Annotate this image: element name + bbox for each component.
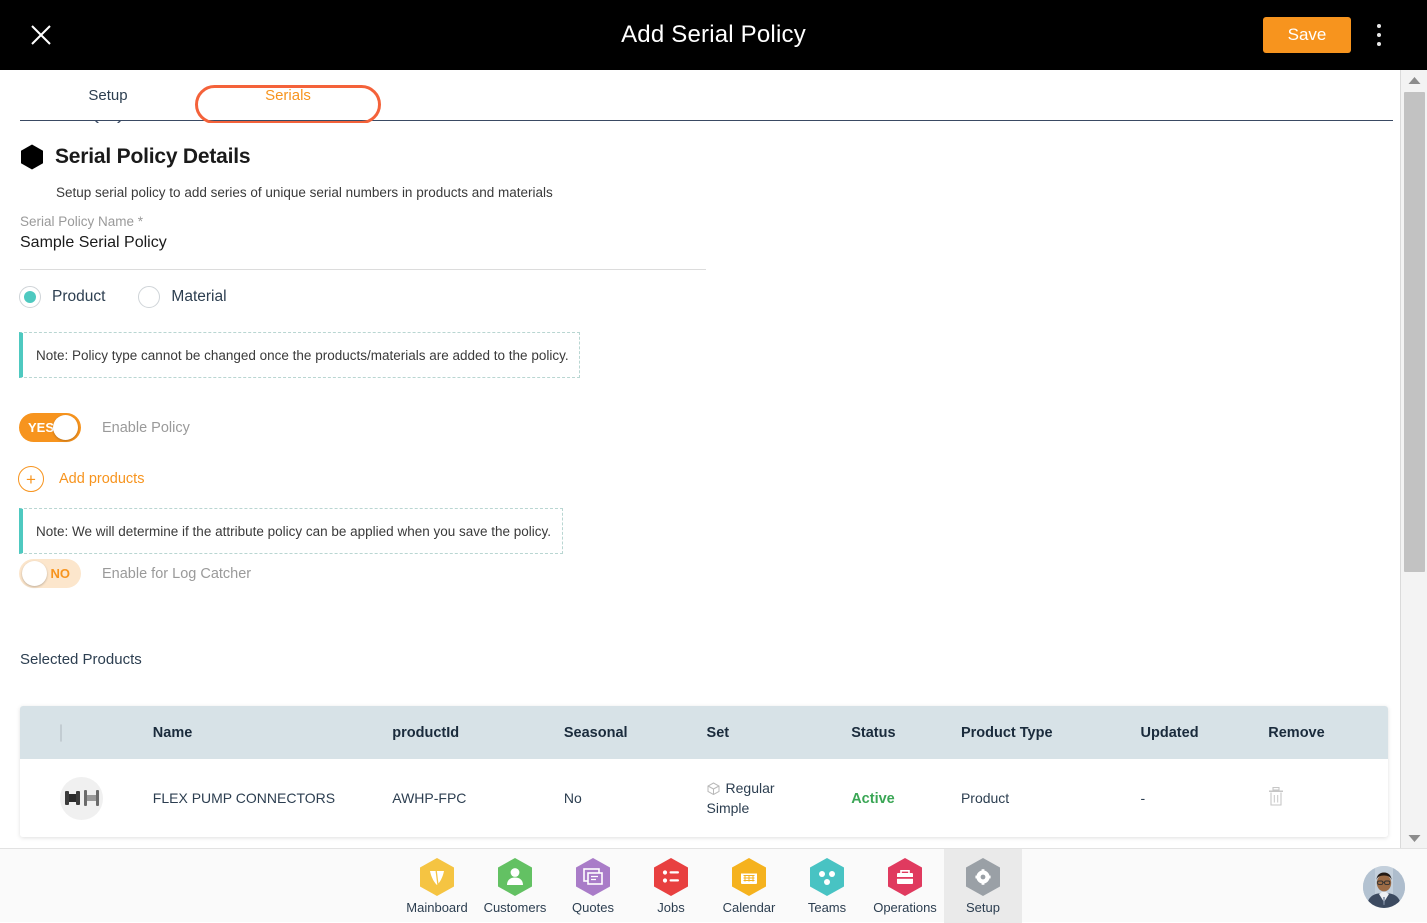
table-header-seasonal: Seasonal: [564, 725, 707, 741]
nav-item-customers[interactable]: Customers: [476, 849, 554, 923]
table-header-name: Name: [153, 725, 392, 741]
row-thumbnail-cell: [20, 777, 153, 820]
scrollbar-thumb[interactable]: [1404, 92, 1425, 572]
table-header-status: Status: [851, 725, 961, 741]
field-underline: [20, 269, 706, 270]
tab-bar: Setup Serials: [0, 70, 1400, 123]
section-subtitle: Setup serial policy to add series of uni…: [56, 185, 553, 200]
enable-policy-toggle-state: YES: [28, 420, 54, 435]
customers-icon: [496, 857, 534, 897]
enable-policy-label: Enable Policy: [102, 420, 190, 436]
page-title: Add Serial Policy: [0, 0, 1427, 70]
box-icon: [707, 782, 720, 795]
nav-label-quotes: Quotes: [572, 900, 614, 915]
serial-policy-name-label: Serial Policy Name *: [20, 214, 143, 229]
vertical-scrollbar[interactable]: [1400, 70, 1427, 848]
scroll-down-arrow-icon[interactable]: [1401, 828, 1427, 848]
hexagon-icon: [20, 144, 44, 170]
enable-policy-row: YES Enable Policy: [19, 413, 190, 442]
section-header: Serial Policy Details: [20, 144, 250, 170]
nav-item-calendar[interactable]: Calendar: [710, 849, 788, 923]
plus-circle-icon: +: [18, 466, 44, 492]
policy-type-radio-group: Product Material: [19, 286, 227, 308]
table-header-row: Name productId Seasonal Set Status Produ…: [20, 706, 1388, 759]
nav-item-jobs[interactable]: Jobs: [632, 849, 710, 923]
selected-products-title: Selected Products: [20, 651, 142, 668]
row-set: Regular Simple: [707, 778, 852, 818]
section-title: Serial Policy Details: [55, 145, 250, 169]
nav-item-operations[interactable]: Operations: [866, 849, 944, 923]
enable-policy-toggle[interactable]: YES: [19, 413, 81, 442]
table-header-select-all: [20, 725, 153, 741]
nav-label-setup: Setup: [966, 900, 1000, 915]
gear-icon: [964, 857, 1002, 897]
teams-icon: [808, 857, 846, 897]
user-avatar[interactable]: [1363, 866, 1405, 908]
table-header-set: Set: [707, 725, 852, 741]
nav-label-operations: Operations: [873, 900, 937, 915]
row-remove-cell: [1268, 787, 1388, 809]
main-content: Serial Policy Details Setup serial polic…: [0, 123, 1400, 848]
nav-item-teams[interactable]: Teams: [788, 849, 866, 923]
table-header-productid: productId: [392, 725, 564, 741]
note-policy-type: Note: Policy type cannot be changed once…: [19, 332, 580, 378]
jobs-icon: [652, 857, 690, 897]
radio-product[interactable]: Product: [19, 286, 105, 308]
radio-product-label: Product: [52, 288, 105, 306]
selected-products-table: Name productId Seasonal Set Status Produ…: [20, 706, 1388, 837]
nav-item-mainboard[interactable]: Mainboard: [398, 849, 476, 923]
radio-material-label: Material: [171, 288, 226, 306]
bottom-nav-items: Mainboard Customers Quotes: [398, 849, 1022, 923]
row-set-line2: Simple: [707, 800, 750, 816]
nav-label-customers: Customers: [484, 900, 547, 915]
radio-product-icon: [19, 286, 41, 308]
mainboard-icon: [418, 857, 456, 897]
nav-label-teams: Teams: [808, 900, 846, 915]
row-productid: AWHP-FPC: [392, 790, 564, 806]
tab-divider: [20, 120, 1393, 121]
row-set-line1: Regular: [726, 778, 775, 798]
select-all-checkbox[interactable]: [60, 724, 62, 742]
tab-setup[interactable]: Setup: [28, 70, 188, 120]
top-bar: Add Serial Policy Save: [0, 0, 1427, 70]
product-thumbnail: [60, 777, 103, 820]
scroll-up-arrow-icon[interactable]: [1401, 70, 1427, 90]
enable-log-catcher-toggle[interactable]: NO: [19, 559, 81, 588]
nav-item-quotes[interactable]: Quotes: [554, 849, 632, 923]
table-row[interactable]: FLEX PUMP CONNECTORS AWHP-FPC No Regular…: [20, 759, 1388, 837]
trash-icon[interactable]: [1268, 787, 1284, 809]
enable-log-catcher-label: Enable for Log Catcher: [102, 566, 251, 582]
nav-label-jobs: Jobs: [657, 900, 684, 915]
radio-material[interactable]: Material: [138, 286, 226, 308]
status-badge: Active: [851, 791, 895, 807]
row-updated: -: [1141, 790, 1269, 806]
save-button[interactable]: Save: [1263, 17, 1351, 53]
radio-material-icon: [138, 286, 160, 308]
table-header-updated: Updated: [1141, 725, 1269, 741]
add-products-label: Add products: [59, 471, 144, 487]
row-name: FLEX PUMP CONNECTORS: [153, 790, 392, 806]
toggle-knob: [22, 561, 47, 586]
tab-serials[interactable]: Serials: [193, 70, 383, 120]
operations-icon: [886, 857, 924, 897]
table-header-product-type: Product Type: [961, 725, 1141, 741]
row-product-type: Product: [961, 790, 1141, 806]
toggle-knob: [53, 415, 78, 440]
quotes-icon: [574, 857, 612, 897]
note-attribute-policy: Note: We will determine if the attribute…: [19, 508, 563, 554]
bottom-navigation: Mainboard Customers Quotes: [0, 848, 1427, 922]
calendar-icon: [730, 857, 768, 897]
nav-label-calendar: Calendar: [723, 900, 776, 915]
nav-label-mainboard: Mainboard: [406, 900, 467, 915]
row-seasonal: No: [564, 790, 707, 806]
kebab-menu-icon[interactable]: [1367, 22, 1391, 48]
add-products-button[interactable]: + Add products: [18, 466, 144, 492]
serial-policy-name-input[interactable]: Sample Serial Policy: [20, 234, 167, 252]
nav-item-setup[interactable]: Setup: [944, 849, 1022, 923]
table-header-remove: Remove: [1268, 725, 1388, 741]
row-status: Active: [851, 790, 961, 807]
enable-log-catcher-toggle-state: NO: [51, 566, 71, 581]
close-icon[interactable]: [25, 19, 57, 51]
enable-log-catcher-row: NO Enable for Log Catcher: [19, 559, 251, 588]
